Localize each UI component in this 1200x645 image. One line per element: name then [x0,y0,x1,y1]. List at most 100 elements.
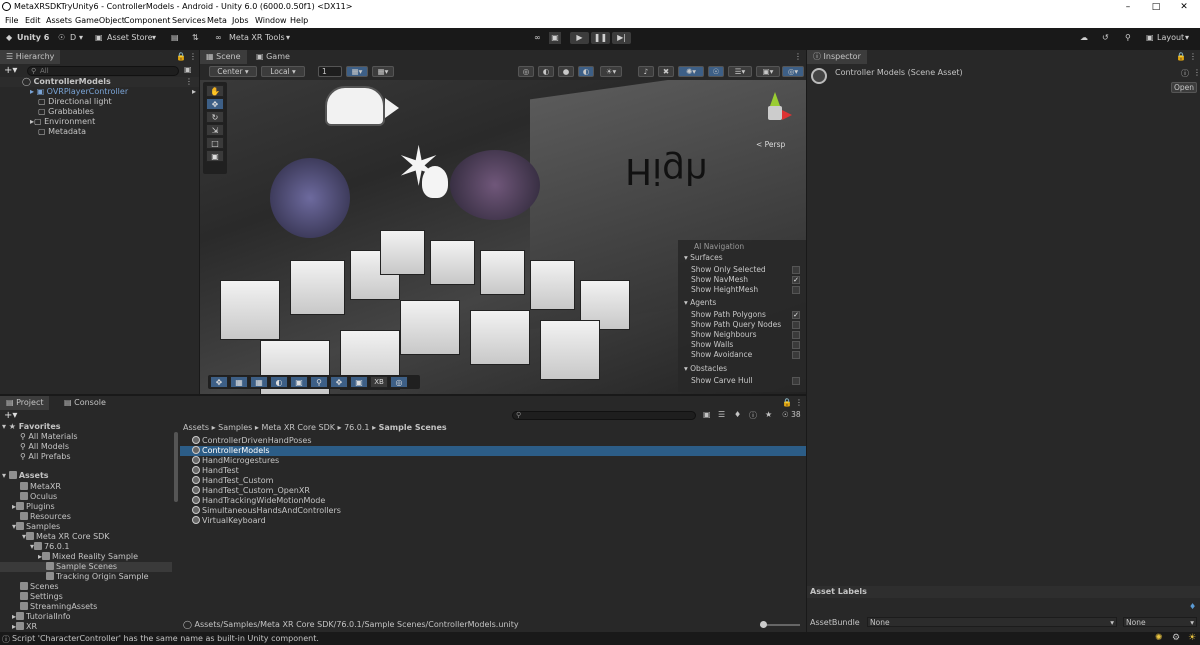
help-icon[interactable]: ⓘ [1181,68,1189,79]
menu-services[interactable]: Services [172,16,206,25]
rotate-tool-button[interactable]: ↻ [206,111,224,123]
grid-size-field[interactable]: 1 [318,66,342,77]
tree-assets[interactable]: ▾ Assets [2,471,49,481]
show-path-polygons-checkbox[interactable]: ✓ [792,311,800,319]
increment-snap-button[interactable]: ▦▾ [372,66,394,77]
tree-mixed-reality[interactable]: ▸ Mixed Reality Sample [38,552,138,562]
show-only-selected-checkbox[interactable] [792,266,800,274]
transform-tool-button[interactable]: ▣ [206,150,224,162]
show-avoidance-checkbox[interactable] [792,351,800,359]
assetbundle-dropdown[interactable]: None ▾ [867,617,1117,627]
asset-store-button[interactable]: Asset Store [107,32,153,44]
fx-toggle[interactable]: ✖ [658,66,674,77]
show-heightmesh-row[interactable]: Show HeightMesh [678,285,806,295]
icon-size-slider[interactable] [760,621,800,628]
pan-button[interactable]: ✥ [330,376,348,388]
hierarchy-item-environment[interactable]: ▸▢ Environment [30,117,95,127]
lighting-mode-button[interactable]: ◐ [578,66,594,77]
surfaces-foldout[interactable]: ▾ Surfaces [678,253,806,263]
account-button[interactable]: D [70,32,76,44]
paint-button[interactable]: ▣ [290,376,308,388]
tree-metaxr[interactable]: MetaXR [20,482,61,492]
scene-visibility-icon[interactable]: ▣ [184,65,192,74]
hand-tool-button[interactable]: ✋ [206,85,224,97]
tab-console[interactable]: ▤ Console [58,396,112,410]
menu-file[interactable]: File [5,16,18,25]
status-message[interactable]: Script 'CharacterController' has the sam… [12,634,319,643]
file-item[interactable]: HandTest_Custom [192,476,273,486]
space-dropdown[interactable]: Local ▾ [261,66,305,77]
hierarchy-search-input[interactable]: ⚲ All [27,66,179,76]
pivot-dropdown[interactable]: Center ▾ [209,66,257,77]
visibility-icon[interactable]: ☉ 38 [782,410,801,419]
menu-component[interactable]: Component [124,16,170,25]
tree-oculus[interactable]: Oculus [20,492,57,502]
layers-dropdown[interactable]: ☰▾ [728,66,752,77]
orbit-button[interactable]: ◐ [270,376,288,388]
tree-streaming[interactable]: StreamingAssets [20,602,97,612]
search-by-type-icon[interactable]: ▣ [703,410,711,419]
show-path-query-nodes-row[interactable]: Show Path Query Nodes [678,320,806,330]
show-avoidance-row[interactable]: Show Avoidance [678,350,806,360]
menu-help[interactable]: Help [290,16,308,25]
move-handle-button[interactable]: ✥ [210,376,228,388]
tab-hierarchy[interactable]: ☰ Hierarchy [0,50,61,64]
breadcrumb-item[interactable]: Assets [183,423,209,432]
show-neighbours-checkbox[interactable] [792,331,800,339]
show-only-selected-row[interactable]: Show Only Selected [678,265,806,275]
feedback-icon[interactable]: ☀ [1188,633,1196,643]
tree-scenes[interactable]: Scenes [20,582,59,592]
account-icon[interactable]: ☉ [58,32,65,44]
tree-settings[interactable]: Settings [20,592,63,602]
more-icon[interactable]: ⋮ [189,52,197,61]
orientation-gizmo[interactable] [756,90,796,130]
tag-icon[interactable]: ♦ [1189,602,1196,611]
scale-tool-button[interactable]: ⇲ [206,124,224,136]
more-icon[interactable]: ⋮ [794,52,802,61]
tag-icon[interactable]: ♦ [734,410,741,419]
open-button[interactable]: Open [1171,82,1197,93]
tab-scene[interactable]: ▦ Scene [200,50,247,64]
add-icon[interactable]: +▾ [4,410,17,421]
pause-button[interactable]: ❚❚ [591,32,610,44]
assetbundle-variant-dropdown[interactable]: None ▾ [1123,617,1197,627]
favorite-all-prefabs[interactable]: ⚲ All Prefabs [20,452,71,462]
show-navmesh-checkbox[interactable]: ✓ [792,276,800,284]
file-item[interactable]: SimultaneousHandsAndControllers [192,506,341,516]
grid-snapping-button[interactable]: ▦▾ [346,66,368,77]
file-item[interactable]: VirtualKeyboard [192,516,266,526]
breadcrumb-item[interactable]: Samples [218,423,252,432]
unity-version-button[interactable]: Unity 6 [17,32,49,44]
lock-icon[interactable]: 🔒 [782,398,792,407]
zoom-button[interactable]: ⚲ [310,376,328,388]
close-icon[interactable]: ✕ [1170,0,1198,14]
show-neighbours-row[interactable]: Show Neighbours [678,330,806,340]
tree-tracking-origin[interactable]: Tracking Origin Sample [46,572,149,582]
light-bake-icon[interactable]: ✺ [1155,633,1163,643]
gizmos-dropdown[interactable]: ◎▾ [782,66,804,77]
favorite-all-materials[interactable]: ⚲ All Materials [20,432,78,442]
xr-simulator-button[interactable]: XB [370,376,388,388]
add-icon[interactable]: +▾ [4,65,17,76]
tree-tutorialinfo[interactable]: ▸ TutorialInfo [12,612,71,622]
show-walls-row[interactable]: Show Walls [678,340,806,350]
xr-settings-button[interactable]: ◎ [390,376,408,388]
history-icon[interactable]: ↺ [1102,32,1109,44]
menu-assets[interactable]: Assets [46,16,72,25]
hierarchy-item-directional-light[interactable]: ▢ Directional light [38,97,112,107]
minimize-icon[interactable]: – [1114,0,1142,14]
favorite-all-models[interactable]: ⚲ All Models [20,442,69,452]
file-item-selected[interactable]: ControllerModels [180,446,806,456]
meta-xr-tools-button[interactable]: Meta XR Tools [229,32,285,44]
scene-viewport[interactable]: High ✶ < Persp ✋ ✥ ↻ ⇲ □ ▣ AI Navigation… [200,80,806,394]
agents-foldout[interactable]: ▾ Agents [678,298,806,308]
show-path-query-nodes-checkbox[interactable] [792,321,800,329]
tree-sample-scenes[interactable]: Sample Scenes [0,562,172,572]
capture-button[interactable]: ▣ [350,376,368,388]
move-tool-button[interactable]: ✥ [206,98,224,110]
chevron-right-icon[interactable]: ▸ [192,87,196,97]
more-icon[interactable]: ⋮ [1193,68,1200,77]
maximize-icon[interactable]: □ [1142,0,1170,14]
more-icon[interactable]: ⋮ [1189,52,1197,61]
breadcrumb-item[interactable]: Sample Scenes [379,423,447,432]
